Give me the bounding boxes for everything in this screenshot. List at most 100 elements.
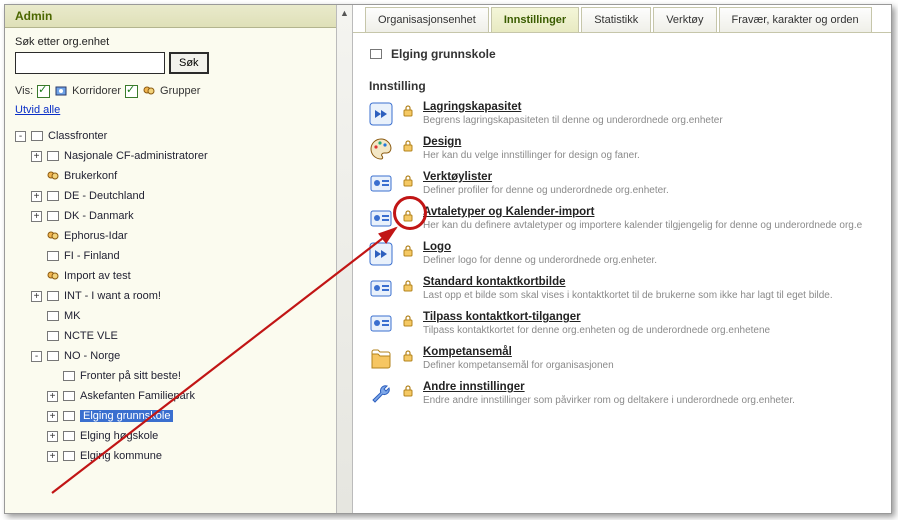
collapse-icon[interactable]: -	[15, 131, 26, 142]
setting-link[interactable]: Tilpass kontaktkort-tilganger	[423, 311, 875, 323]
expand-placeholder	[31, 331, 42, 342]
grupper-label: Grupper	[160, 85, 200, 97]
arrow-icon	[369, 102, 393, 126]
tab-innstillinger[interactable]: Innstillinger	[491, 7, 579, 32]
org-folder-icon	[369, 47, 383, 61]
tree-item-label: Elging høgskole	[80, 430, 158, 442]
folder-icon	[46, 289, 60, 303]
tree-item-label: Nasjonale CF-administratorer	[64, 150, 208, 162]
setting-link[interactable]: Andre innstillinger	[423, 381, 875, 393]
tree-item[interactable]: Brukerkonf	[15, 166, 332, 186]
tree-item[interactable]: MK	[15, 306, 332, 326]
expand-icon[interactable]: +	[47, 411, 58, 422]
setting-item: Andre innstillingerEndre andre innstilli…	[369, 381, 875, 406]
org-tree: - Classfronter + Nasjonale CF-administrator…	[5, 120, 336, 472]
setting-item: Logo Definer logo for denne og underordne…	[369, 241, 875, 266]
tree-item[interactable]: +Elging grunnskole	[15, 406, 332, 426]
settings-list: Lagringskapasitet Begrens lagringskapasit…	[369, 101, 875, 406]
setting-link[interactable]: Lagringskapasitet	[423, 101, 875, 113]
folder-icon	[46, 249, 60, 263]
folder-icon	[46, 329, 60, 343]
setting-link[interactable]: Standard kontaktkortbilde	[423, 276, 875, 288]
tree-item[interactable]: Fronter på sitt beste!	[15, 366, 332, 386]
tab-bar: OrganisasjonsenhetInnstillingerStatistik…	[353, 5, 891, 33]
group-icon	[46, 229, 60, 243]
tree-item[interactable]: FI - Finland	[15, 246, 332, 266]
expand-icon[interactable]: +	[47, 451, 58, 462]
setting-item: DesignHer kan du velge innstillinger for…	[369, 136, 875, 161]
tree-item-label: Classfronter	[48, 130, 107, 142]
folder-icon	[46, 309, 60, 323]
tree-item[interactable]: - Classfronter	[15, 126, 332, 146]
vis-label: Vis:	[15, 85, 33, 97]
scrollbar[interactable]: ▲	[336, 5, 352, 513]
setting-link[interactable]: Kompetansemål	[423, 346, 875, 358]
org-title: Elging grunnskole	[391, 47, 496, 61]
tree-item-label: DE - Deutchland	[64, 190, 145, 202]
sidebar-title: Admin	[5, 5, 336, 28]
search-input[interactable]	[15, 52, 165, 74]
folder-icon	[62, 369, 76, 383]
expand-icon[interactable]: +	[31, 211, 42, 222]
search-button[interactable]: Søk	[169, 52, 209, 74]
tree-item[interactable]: +Askefanten Familiepark	[15, 386, 332, 406]
tree-item-label: MK	[64, 310, 81, 322]
tab-verkt-y[interactable]: Verktøy	[653, 7, 716, 32]
setting-description: Her kan du definere avtaletyper og impor…	[423, 220, 875, 231]
tab-statistikk[interactable]: Statistikk	[581, 7, 651, 32]
folder-icon	[62, 409, 76, 423]
tree-item[interactable]: + Elging høgskole	[15, 426, 332, 446]
tree-item-label: NO - Norge	[64, 350, 120, 362]
tree-item[interactable]: + Nasjonale CF-administratorer	[15, 146, 332, 166]
tab-frav-r-karakter-og-orden[interactable]: Fravær, karakter og orden	[719, 7, 872, 32]
tree-item[interactable]: + DK - Danmark	[15, 206, 332, 226]
tree-item[interactable]: NCTE VLE	[15, 326, 332, 346]
setting-description: Tilpass kontaktkortet for denne org.enhe…	[423, 325, 875, 336]
folder-icon	[46, 189, 60, 203]
setting-link[interactable]: Avtaletyper og Kalender-import	[423, 206, 875, 218]
expand-placeholder	[47, 371, 58, 382]
setting-description: Begrens lagringskapasiteten til denne og…	[423, 115, 875, 126]
scroll-up-icon[interactable]: ▲	[337, 5, 352, 21]
checkbox-korridorer[interactable]	[37, 85, 50, 98]
expand-icon[interactable]: +	[31, 151, 42, 162]
lock-icon	[401, 279, 415, 293]
folder-icon	[62, 449, 76, 463]
group-icon	[142, 84, 156, 98]
setting-link[interactable]: Verktøylister	[423, 171, 875, 183]
tree-item-label: Elging kommune	[80, 450, 162, 462]
tree-item-label: DK - Danmark	[64, 210, 134, 222]
tree-item[interactable]: +INT - I want a room!	[15, 286, 332, 306]
expand-icon[interactable]: +	[47, 431, 58, 442]
expand-all-link[interactable]: Utvid alle	[15, 104, 60, 116]
setting-link[interactable]: Design	[423, 136, 875, 148]
tree-item[interactable]: - NO - Norge	[15, 346, 332, 366]
lock-icon	[401, 244, 415, 258]
expand-icon[interactable]: +	[47, 391, 58, 402]
card-icon	[369, 207, 393, 231]
checkbox-grupper[interactable]	[125, 85, 138, 98]
tab-organisasjonsenhet[interactable]: Organisasjonsenhet	[365, 7, 489, 32]
setting-description: Last opp et bilde som skal vises i konta…	[423, 290, 875, 301]
tree-item[interactable]: Ephorus-Idar	[15, 226, 332, 246]
folder-icon	[62, 389, 76, 403]
tree-item[interactable]: + Elging kommune	[15, 446, 332, 466]
folder-icon	[62, 429, 76, 443]
group-icon	[46, 269, 60, 283]
tree-item-label: Fronter på sitt beste!	[80, 370, 181, 382]
setting-description: Definer kompetansemål for organisasjonen	[423, 360, 875, 371]
tree-item[interactable]: Import av test	[15, 266, 332, 286]
setting-description: Definer logo for denne og underordnede o…	[423, 255, 875, 266]
setting-link[interactable]: Logo	[423, 241, 875, 253]
tree-item[interactable]: + DE - Deutchland	[15, 186, 332, 206]
expand-icon[interactable]: +	[31, 291, 42, 302]
wrench-icon	[369, 382, 393, 406]
lock-icon	[401, 174, 415, 188]
tree-item-label: NCTE VLE	[64, 330, 118, 342]
expand-icon[interactable]: +	[31, 191, 42, 202]
expand-placeholder	[31, 251, 42, 262]
setting-item: Tilpass kontaktkort-tilganger Tilpass kon…	[369, 311, 875, 336]
tree-item-label: Import av test	[64, 270, 131, 282]
collapse-icon[interactable]: -	[31, 351, 42, 362]
expand-placeholder	[31, 271, 42, 282]
